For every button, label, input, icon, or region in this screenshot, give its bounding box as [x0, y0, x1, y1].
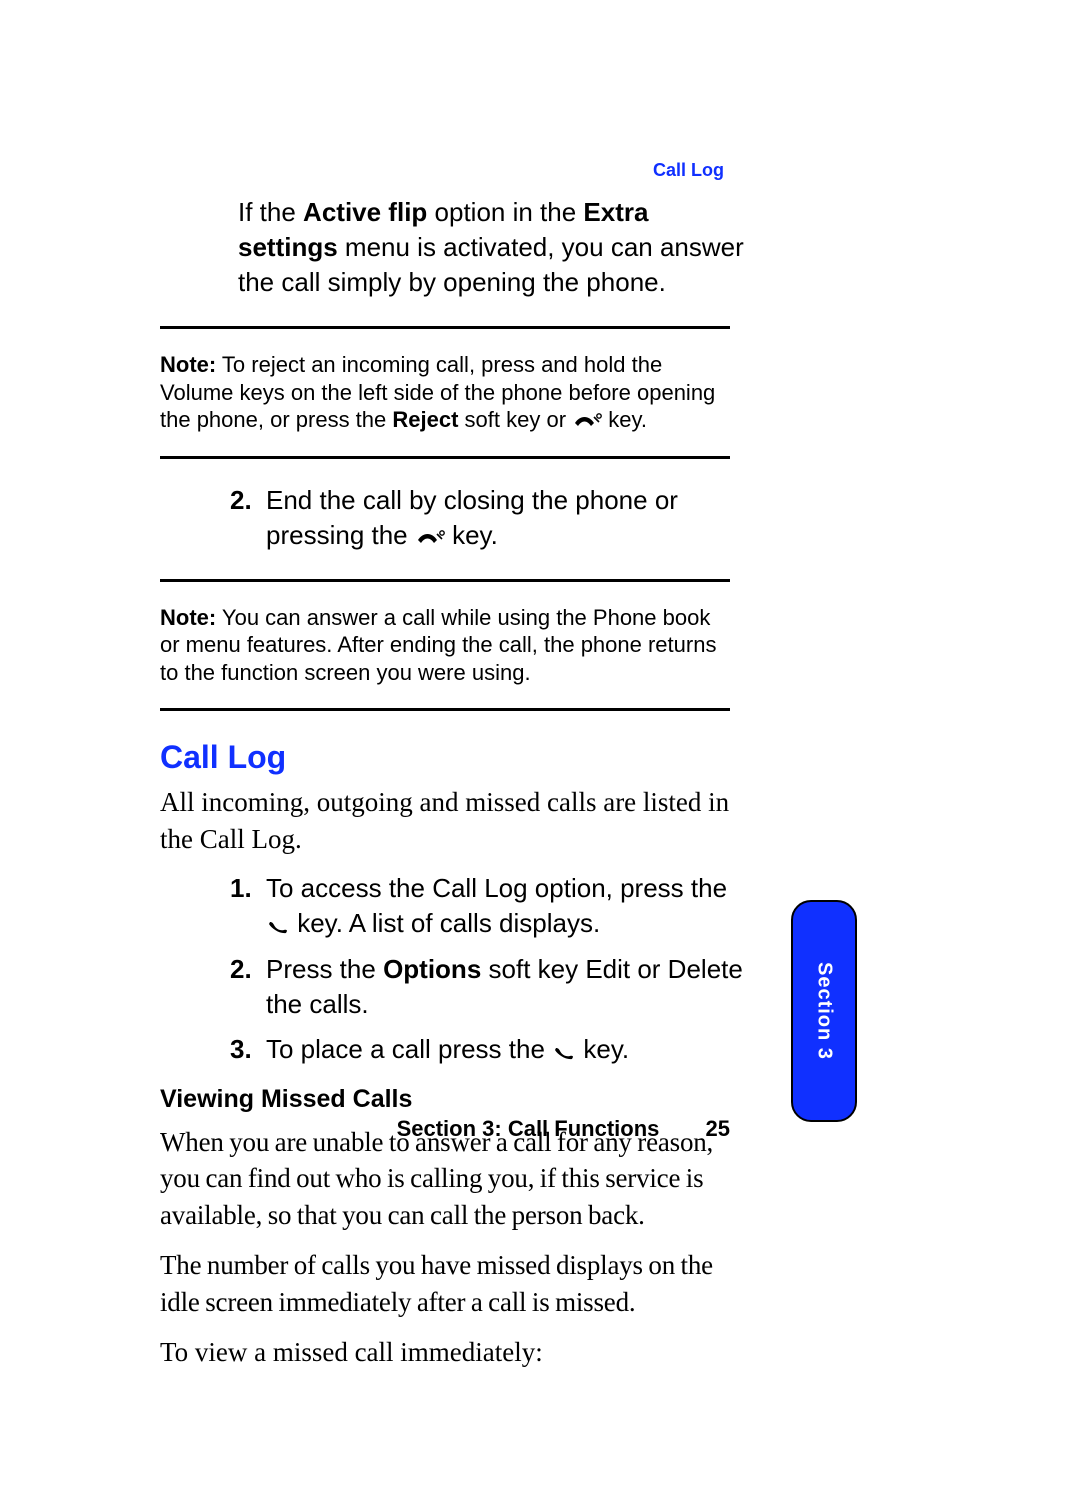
section-tab-label: Section 3: [813, 962, 836, 1060]
section-thumb-tab: Section 3: [791, 900, 857, 1122]
divider: [160, 708, 730, 711]
list-item: 2. Press the Options soft key Edit or De…: [230, 952, 750, 1022]
step-number: 1.: [230, 871, 266, 941]
manual-page: Call Log If the Active flip option in th…: [0, 0, 1080, 1492]
ordered-list: 1. To access the Call Log option, press …: [230, 871, 750, 1066]
list-item: 3. To place a call press the key.: [230, 1032, 750, 1067]
note-answer-during-menu: Note: You can answer a call while using …: [160, 604, 730, 687]
text: option in the: [427, 197, 583, 227]
text-bold: Active flip: [303, 197, 427, 227]
text: key.: [602, 407, 647, 432]
list-item: 2. End the call by closing the phone or …: [230, 483, 750, 553]
text-bold: Reject: [392, 407, 458, 432]
list-item: 1. To access the Call Log option, press …: [230, 871, 750, 941]
text: You can answer a call while using the Ph…: [160, 605, 716, 685]
footer-page-number: 25: [706, 1116, 730, 1142]
text: key. A list of calls displays.: [290, 908, 600, 938]
heading-call-log: Call Log: [160, 739, 920, 776]
note-label: Note:: [160, 605, 216, 630]
text: key.: [445, 520, 498, 550]
end-call-key-icon: [415, 530, 445, 546]
step-text: To access the Call Log option, press the…: [266, 871, 750, 941]
end-call-key-icon: [572, 413, 602, 429]
step-number: 3.: [230, 1032, 266, 1067]
text: To place a call press the: [266, 1034, 552, 1064]
page-footer: Section 3: Call Functions 25: [160, 1116, 730, 1142]
divider: [160, 326, 730, 329]
text: Press the: [266, 954, 383, 984]
text: If the: [238, 197, 303, 227]
text: key.: [576, 1034, 629, 1064]
step-number: 2.: [230, 952, 266, 1022]
step-text: To place a call press the key.: [266, 1032, 750, 1067]
ordered-list: 2. End the call by closing the phone or …: [230, 483, 750, 553]
missed-paragraph-2: The number of calls you have missed disp…: [160, 1247, 730, 1320]
text: soft key or: [458, 407, 572, 432]
divider: [160, 579, 730, 582]
talk-key-icon: [552, 1044, 576, 1060]
intro-paragraph: If the Active flip option in the Extra s…: [238, 195, 748, 300]
running-header: Call Log: [653, 160, 724, 181]
step-text: Press the Options soft key Edit or Delet…: [266, 952, 750, 1022]
text-bold: Options: [383, 954, 481, 984]
call-log-intro: All incoming, outgoing and missed calls …: [160, 784, 730, 857]
talk-key-icon: [266, 918, 290, 934]
text: To access the Call Log option, press the: [266, 873, 727, 903]
divider: [160, 456, 730, 459]
missed-paragraph-3: To view a missed call immediately:: [160, 1334, 730, 1370]
note-label: Note:: [160, 352, 216, 377]
note-reject-call: Note: To reject an incoming call, press …: [160, 351, 730, 434]
footer-section-label: Section 3: Call Functions: [397, 1116, 660, 1141]
step-number: 2.: [230, 483, 266, 553]
step-text: End the call by closing the phone or pre…: [266, 483, 750, 553]
